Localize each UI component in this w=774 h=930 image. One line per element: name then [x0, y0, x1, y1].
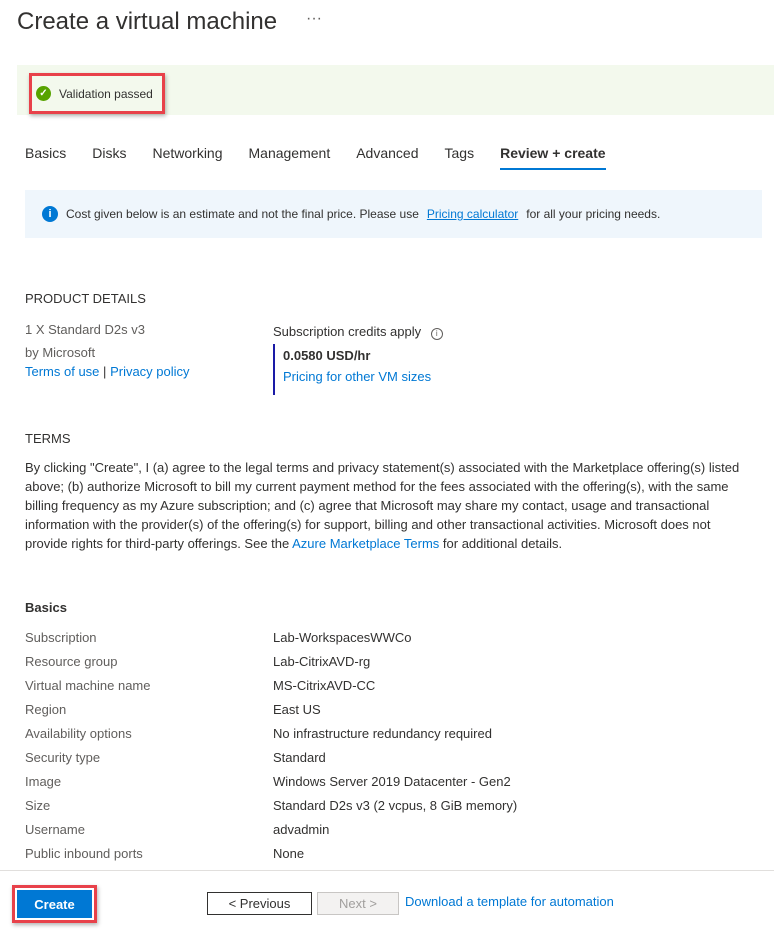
credits-text: Subscription credits apply	[273, 324, 422, 339]
previous-button[interactable]: < Previous	[207, 892, 312, 915]
info-suffix: for all your pricing needs.	[526, 207, 661, 221]
summary-value: Lab-WorkspacesWWCo	[273, 630, 412, 645]
page-title: Create a virtual machine	[17, 8, 278, 35]
summary-row: Username advadmin	[25, 822, 725, 837]
summary-value: None	[273, 846, 305, 861]
summary-key: Image	[25, 774, 62, 789]
summary-key: Public inbound ports	[25, 846, 143, 861]
check-circle-icon: ✓	[36, 86, 51, 101]
summary-value: Standard	[273, 750, 326, 765]
summary-key: Username	[25, 822, 85, 837]
summary-row: Resource group Lab-CitrixAVD-rg	[25, 654, 725, 669]
cost-info-banner: i Cost given below is an estimate and no…	[25, 190, 762, 238]
summary-row: Availability options No infrastructure re…	[25, 726, 725, 741]
info-text: Cost given below is an estimate and not …	[66, 207, 419, 221]
summary-row: Region East US	[25, 702, 725, 717]
summary-row: Public inbound ports None	[25, 846, 725, 861]
info-icon: i	[42, 206, 58, 222]
marketplace-terms-link[interactable]: Azure Marketplace Terms	[292, 536, 439, 551]
validation-status: ✓ Validation passed	[29, 73, 165, 114]
pricing-other-sizes-link[interactable]: Pricing for other VM sizes	[283, 369, 431, 384]
summary-row: Size Standard D2s v3 (2 vcpus, 8 GiB memo…	[25, 798, 725, 813]
validation-text: Validation passed	[59, 86, 153, 101]
tab-review-create[interactable]: Review + create	[500, 145, 606, 170]
tab-advanced[interactable]: Advanced	[356, 145, 418, 170]
terms-of-use-link[interactable]: Terms of use	[25, 364, 99, 379]
summary-value: advadmin	[273, 822, 330, 837]
summary-row: Virtual machine name MS-CitrixAVD-CC	[25, 678, 725, 693]
privacy-policy-link[interactable]: Privacy policy	[110, 364, 189, 379]
basics-heading: Basics	[25, 600, 67, 615]
download-template-link[interactable]: Download a template for automation	[405, 894, 614, 909]
summary-value: No infrastructure redundancy required	[273, 726, 492, 741]
summary-row: Image Windows Server 2019 Datacenter - Ge…	[25, 774, 725, 789]
summary-key: Virtual machine name	[25, 678, 151, 693]
terms-suffix: for additional details.	[442, 536, 563, 551]
summary-key: Size	[25, 798, 51, 813]
wizard-tabs: Basics Disks Networking Management Advan…	[25, 145, 632, 170]
price: 0.0580 USD/hr	[283, 348, 371, 363]
summary-row: Security type Standard	[25, 750, 725, 765]
product-details-heading: PRODUCT DETAILS	[25, 291, 146, 306]
create-button[interactable]: Create	[17, 890, 92, 918]
summary-row: Subscription Lab-WorkspacesWWCo	[25, 630, 725, 645]
tab-management[interactable]: Management	[249, 145, 331, 170]
summary-value: Windows Server 2019 Datacenter - Gen2	[273, 774, 511, 789]
summary-value: MS-CitrixAVD-CC	[273, 678, 376, 693]
tab-networking[interactable]: Networking	[152, 145, 222, 170]
subscription-credits: Subscription credits apply i	[273, 324, 443, 340]
tab-disks[interactable]: Disks	[92, 145, 126, 170]
summary-key: Subscription	[25, 630, 97, 645]
summary-key: Security type	[25, 750, 101, 765]
next-button[interactable]: Next >	[317, 892, 399, 915]
more-options-icon[interactable]: ···	[306, 10, 322, 28]
product-publisher: by Microsoft	[25, 345, 96, 360]
terms-heading: TERMS	[25, 431, 71, 446]
summary-key: Resource group	[25, 654, 118, 669]
summary-value: East US	[273, 702, 321, 717]
terms-text: By clicking "Create", I (a) agree to the…	[25, 458, 745, 553]
info-outline-icon[interactable]: i	[430, 328, 443, 340]
product-name: 1 X Standard D2s v3	[25, 322, 145, 337]
pricing-calculator-link[interactable]: Pricing calculator	[427, 207, 518, 221]
tab-basics[interactable]: Basics	[25, 145, 66, 170]
summary-value: Lab-CitrixAVD-rg	[273, 654, 371, 669]
summary-key: Availability options	[25, 726, 132, 741]
separator: |	[103, 364, 107, 379]
tab-tags[interactable]: Tags	[445, 145, 475, 170]
summary-key: Region	[25, 702, 67, 717]
summary-value: Standard D2s v3 (2 vcpus, 8 GiB memory)	[273, 798, 518, 813]
